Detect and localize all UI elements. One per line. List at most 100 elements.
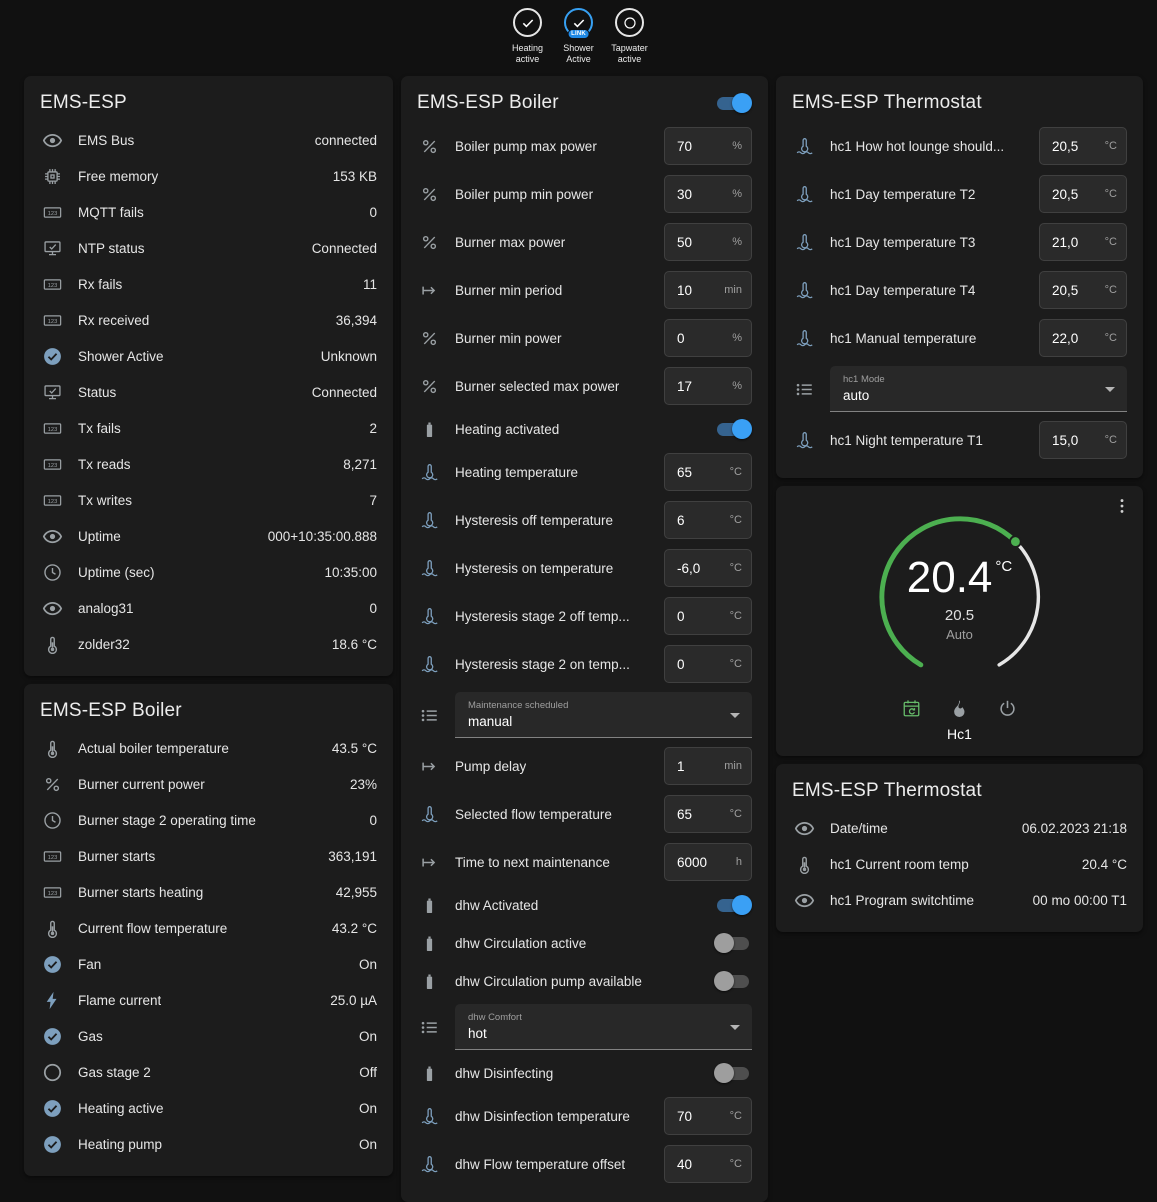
entity-row[interactable]: Flame current25.0 µA: [40, 982, 377, 1018]
fire-icon[interactable]: [949, 698, 970, 719]
status-badge[interactable]: Heating active: [505, 8, 551, 66]
number-input[interactable]: 20,5°C: [1039, 271, 1127, 309]
entity-row[interactable]: Burner stage 2 operating time0: [40, 802, 377, 838]
number-input[interactable]: 20,5°C: [1039, 175, 1127, 213]
number-input[interactable]: 65°C: [664, 795, 752, 833]
number-input[interactable]: 0°C: [664, 645, 752, 683]
entity-row[interactable]: Burner current power23%: [40, 766, 377, 802]
entity-row[interactable]: zolder3218.6 °C: [40, 626, 377, 662]
entity-row: dhw Circulation pump available: [417, 962, 752, 1000]
entity-row[interactable]: Shower ActiveUnknown: [40, 338, 377, 374]
entity-value: 36,394: [326, 313, 377, 328]
number-input[interactable]: 40°C: [664, 1145, 752, 1183]
entity-name: Free memory: [78, 169, 158, 184]
entity-name: hc1 Manual temperature: [830, 331, 976, 346]
entity-row[interactable]: 123Burner starts363,191: [40, 838, 377, 874]
percent-icon: [417, 376, 441, 397]
entity-name: MQTT fails: [78, 205, 144, 220]
number-input[interactable]: 6000h: [664, 843, 752, 881]
entity-row[interactable]: analog310: [40, 590, 377, 626]
number-input[interactable]: -6,0°C: [664, 549, 752, 587]
entity-row: hc1 Day temperature T321,0°C: [792, 218, 1127, 266]
toggle-switch[interactable]: [714, 1063, 752, 1083]
entity-row[interactable]: 123Tx writes7: [40, 482, 377, 518]
counter-icon: 123: [40, 454, 64, 475]
entity-name: dhw Disinfection temperature: [455, 1109, 630, 1124]
select-input[interactable]: Maintenance scheduledmanual: [455, 692, 752, 738]
toggle-knob: [714, 933, 734, 953]
unit-label: min: [720, 760, 742, 772]
entity-row[interactable]: 123Tx reads8,271: [40, 446, 377, 482]
thermostat-dial[interactable]: 20.4°C 20.5 Auto: [867, 504, 1053, 690]
entity-row[interactable]: Actual boiler temperature43.5 °C: [40, 730, 377, 766]
entity-row[interactable]: hc1 Current room temp20.4 °C: [792, 846, 1127, 882]
number-input[interactable]: 6°C: [664, 501, 752, 539]
toggle-switch[interactable]: [714, 971, 752, 991]
battery-icon: [417, 933, 441, 954]
number-input[interactable]: 70%: [664, 127, 752, 165]
number-input[interactable]: 15,0°C: [1039, 421, 1127, 459]
list-icon: [417, 1017, 441, 1038]
number-input[interactable]: 0°C: [664, 597, 752, 635]
entity-row[interactable]: 123MQTT fails0: [40, 194, 377, 230]
entity-row: dhw Circulation active: [417, 924, 752, 962]
toggle-switch[interactable]: [714, 895, 752, 915]
entity-row[interactable]: Heating activeOn: [40, 1090, 377, 1126]
entity-value: Off: [349, 1065, 377, 1080]
select-input[interactable]: hc1 Modeauto: [830, 366, 1127, 412]
more-options-icon[interactable]: [1109, 494, 1135, 520]
entity-row[interactable]: Heating pumpOn: [40, 1126, 377, 1162]
entity-row[interactable]: 123Rx received36,394: [40, 302, 377, 338]
number-value: 0: [677, 609, 726, 624]
coolant-icon: [417, 606, 441, 627]
calendar-sync-icon[interactable]: [901, 698, 922, 719]
entity-value: 153 KB: [323, 169, 377, 184]
number-value: 20,5: [1052, 283, 1101, 298]
toggle-knob: [732, 419, 752, 439]
entity-row[interactable]: NTP statusConnected: [40, 230, 377, 266]
number-value: 0: [677, 331, 728, 346]
entity-name: Shower Active: [78, 349, 164, 364]
number-value: 70: [677, 139, 728, 154]
entity-row[interactable]: Uptime (sec)10:35:00: [40, 554, 377, 590]
number-input[interactable]: 21,0°C: [1039, 223, 1127, 261]
entity-name: Boiler pump max power: [455, 139, 597, 154]
percent-icon: [417, 184, 441, 205]
entity-value: 20.4 °C: [1072, 857, 1127, 872]
coolant-icon: [417, 1154, 441, 1175]
thermometer-icon: [40, 634, 64, 655]
power-icon[interactable]: [997, 698, 1018, 719]
entity-row[interactable]: Current flow temperature43.2 °C: [40, 910, 377, 946]
number-input[interactable]: 30%: [664, 175, 752, 213]
zone-name: Hc1: [947, 726, 972, 742]
entity-row[interactable]: GasOn: [40, 1018, 377, 1054]
status-badge[interactable]: Tapwater active: [607, 8, 653, 66]
entity-row[interactable]: Date/time06.02.2023 21:18: [792, 810, 1127, 846]
number-input[interactable]: 10min: [664, 271, 752, 309]
number-input[interactable]: 1min: [664, 747, 752, 785]
toggle-switch[interactable]: [714, 419, 752, 439]
number-input[interactable]: 0%: [664, 319, 752, 357]
toggle-switch[interactable]: [714, 933, 752, 953]
entity-row[interactable]: 123Tx fails2: [40, 410, 377, 446]
entity-row[interactable]: 123Rx fails11: [40, 266, 377, 302]
entity-name: Burner min period: [455, 283, 562, 298]
entity-row[interactable]: EMS Busconnected: [40, 122, 377, 158]
entity-value: On: [349, 1101, 377, 1116]
number-input[interactable]: 17%: [664, 367, 752, 405]
number-input[interactable]: 70°C: [664, 1097, 752, 1135]
entity-row[interactable]: Uptime000+10:35:00.888: [40, 518, 377, 554]
select-input[interactable]: dhw Comforthot: [455, 1004, 752, 1050]
entity-row[interactable]: 123Burner starts heating42,955: [40, 874, 377, 910]
status-badge[interactable]: LINK Shower Active: [556, 8, 602, 66]
number-input[interactable]: 22,0°C: [1039, 319, 1127, 357]
number-input[interactable]: 20,5°C: [1039, 127, 1127, 165]
entity-row[interactable]: FanOn: [40, 946, 377, 982]
number-input[interactable]: 65°C: [664, 453, 752, 491]
entity-row[interactable]: Gas stage 2Off: [40, 1054, 377, 1090]
entity-row[interactable]: StatusConnected: [40, 374, 377, 410]
number-input[interactable]: 50%: [664, 223, 752, 261]
entity-row[interactable]: hc1 Program switchtime00 mo 00:00 T1: [792, 882, 1127, 918]
card-power-toggle[interactable]: [714, 93, 752, 113]
entity-row[interactable]: Free memory 153 KB: [40, 158, 377, 194]
